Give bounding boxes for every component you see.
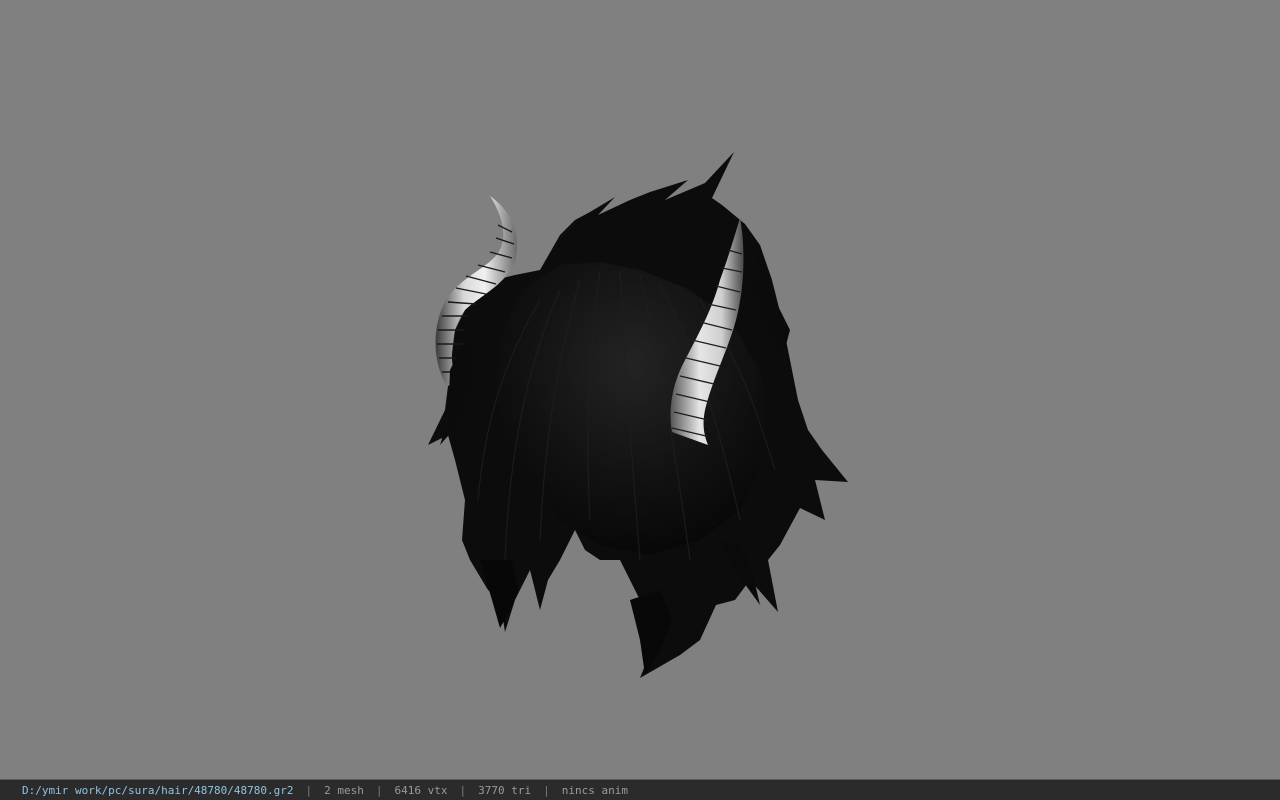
file-path-label: D:/ymir work/pc/sura/hair/48780/48780.gr… [22,783,294,797]
separator: | [375,783,383,797]
separator: | [459,783,467,797]
separator: | [305,783,313,797]
3d-viewport[interactable] [0,0,1280,779]
vertex-count-label: 6416 vtx [394,783,448,797]
status-bar: D:/ymir work/pc/sura/hair/48780/48780.gr… [0,779,1280,800]
hair-with-horns-model[interactable] [0,0,1280,779]
mesh-count-label: 2 mesh [324,783,364,797]
animation-status-label: nincs anim [561,783,628,797]
separator: | [543,783,550,797]
triangle-count-label: 3770 tri [478,783,532,797]
